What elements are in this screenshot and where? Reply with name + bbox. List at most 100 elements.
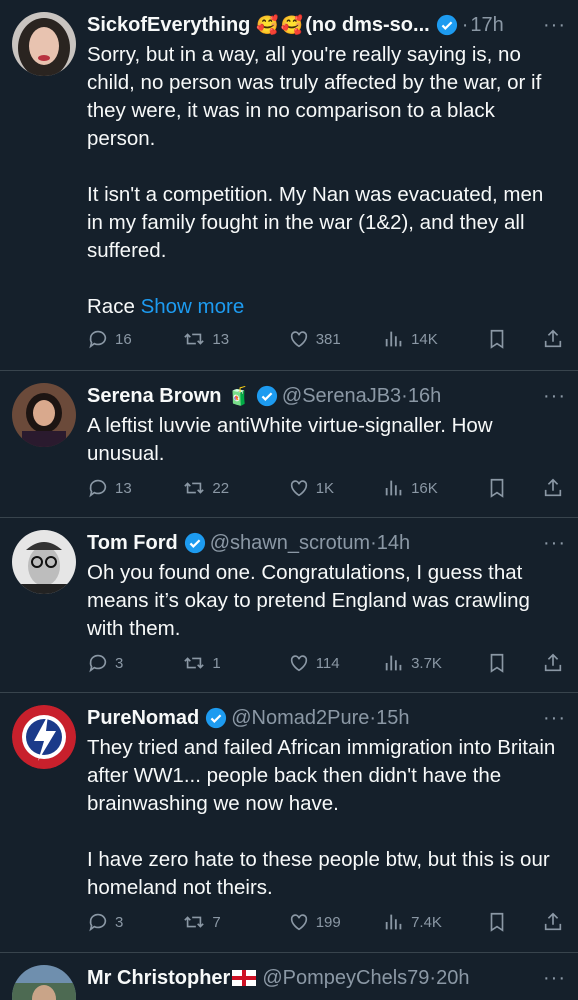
repost-button[interactable]: 22 <box>182 477 287 499</box>
show-more-link[interactable]: Show more <box>141 295 245 318</box>
avatar[interactable] <box>12 530 76 594</box>
handle[interactable]: @Nomad2Pure <box>231 707 369 730</box>
separator: · <box>429 966 437 989</box>
timestamp[interactable]: 16h <box>408 385 441 408</box>
display-name[interactable]: Tom Ford <box>87 532 178 555</box>
emoji: 🧃 <box>227 385 250 406</box>
timestamp[interactable]: 15h <box>376 707 409 730</box>
display-name[interactable]: SickofEverything <box>87 14 250 37</box>
reply-count: 16 <box>115 330 132 348</box>
reply-button[interactable]: 13 <box>87 477 182 499</box>
like-count: 1K <box>315 479 335 497</box>
more-icon[interactable]: ··· <box>543 707 566 730</box>
bookmark-button[interactable] <box>486 911 542 933</box>
bookmark-icon <box>491 478 504 498</box>
reply-count: 13 <box>115 479 132 497</box>
tweet-text-body: Sorry, but in a way, all you're really s… <box>87 43 544 318</box>
reply-icon <box>89 913 107 932</box>
views-button[interactable]: 14K <box>383 328 486 350</box>
repost-button[interactable]: 13 <box>182 328 287 350</box>
like-icon <box>290 480 307 497</box>
like-button[interactable]: 199 <box>288 911 383 933</box>
separator: · <box>401 384 408 407</box>
views-icon <box>385 914 402 930</box>
display-name-suffix[interactable]: (no dms-so... <box>305 14 429 37</box>
display-name[interactable]: PureNomad <box>87 707 199 730</box>
tweet-text: Oh you found one. Congratulations, I gue… <box>87 561 536 640</box>
handle[interactable]: @PompeyChels79 <box>262 967 429 990</box>
like-count: 199 <box>315 913 341 931</box>
tweet-text: A leftist luvvie antiWhite virtue-signal… <box>87 414 499 465</box>
reply-button[interactable]: 3 <box>87 652 182 674</box>
timestamp[interactable]: 14h <box>377 532 410 555</box>
tweet-text: Sorry, but in a way, all you're really s… <box>87 41 564 321</box>
views-count: 14K <box>411 330 438 348</box>
like-button[interactable]: 381 <box>288 328 383 350</box>
bookmark-icon <box>491 912 504 932</box>
like-icon <box>290 655 307 672</box>
verified-icon <box>256 385 277 407</box>
more-icon[interactable]: ··· <box>543 967 566 990</box>
like-icon <box>290 331 307 348</box>
share-icon <box>544 329 562 348</box>
verified-icon <box>184 532 205 554</box>
share-button[interactable] <box>542 911 564 933</box>
repost-button[interactable]: 7 <box>182 911 287 933</box>
avatar[interactable] <box>12 965 76 1000</box>
display-name[interactable]: Serena Brown <box>87 385 221 408</box>
avatar[interactable] <box>12 705 76 769</box>
reply-count: 3 <box>115 654 124 672</box>
repost-icon <box>184 482 205 494</box>
verified-icon <box>436 14 457 36</box>
bookmark-icon <box>491 329 504 349</box>
timestamp[interactable]: 20h <box>436 967 469 990</box>
more-icon[interactable]: ··· <box>543 532 566 555</box>
reply-button[interactable]: 16 <box>87 328 182 350</box>
tweet[interactable]: Mr Christopher @PompeyChels79 · 20h ··· <box>0 953 578 1000</box>
repost-count: 1 <box>212 654 221 672</box>
reply-button[interactable]: 3 <box>87 911 182 933</box>
timestamp[interactable]: 17h <box>470 14 503 37</box>
views-button[interactable]: 16K <box>383 477 486 499</box>
like-button[interactable]: 114 <box>288 652 383 674</box>
views-icon <box>385 480 402 496</box>
more-icon[interactable]: ··· <box>543 385 566 408</box>
separator: · <box>370 531 377 554</box>
share-button[interactable] <box>542 477 564 499</box>
verified-icon <box>206 707 227 729</box>
like-button[interactable]: 1K <box>288 477 383 499</box>
tweet[interactable]: SickofEverything 🥰 🥰 (no dms-so... · 17h… <box>0 0 578 371</box>
avatar[interactable] <box>12 12 76 76</box>
views-count: 16K <box>411 479 438 497</box>
like-count: 381 <box>315 330 341 348</box>
bookmark-button[interactable] <box>486 328 542 350</box>
tweet[interactable]: PureNomad @Nomad2Pure · 15h They tried a… <box>0 693 578 953</box>
share-icon <box>544 653 562 672</box>
display-name[interactable]: Mr Christopher <box>87 967 230 990</box>
repost-icon <box>184 333 205 345</box>
reply-count: 3 <box>115 913 124 931</box>
emoji: 🥰 <box>256 14 279 35</box>
share-icon <box>544 478 562 497</box>
views-button[interactable]: 3.7K <box>383 652 486 674</box>
bookmark-button[interactable] <box>486 477 542 499</box>
tweet[interactable]: Tom Ford @shawn_scrotum · 14h Oh you fou… <box>0 518 578 693</box>
handle[interactable]: @SerenaJB3 <box>282 385 401 408</box>
share-button[interactable] <box>542 328 564 350</box>
share-icon <box>544 912 562 931</box>
bookmark-icon <box>491 653 504 673</box>
views-icon <box>385 331 402 347</box>
views-count: 3.7K <box>411 654 442 672</box>
bookmark-button[interactable] <box>486 652 542 674</box>
england-flag-icon <box>232 970 257 986</box>
share-button[interactable] <box>542 652 564 674</box>
repost-button[interactable]: 1 <box>182 652 287 674</box>
tweet[interactable]: Serena Brown 🧃 @SerenaJB3 · 16h A leftis… <box>0 371 578 518</box>
reply-icon <box>89 479 107 498</box>
more-icon[interactable]: ··· <box>543 14 566 37</box>
like-count: 114 <box>315 654 340 672</box>
views-button[interactable]: 7.4K <box>383 911 486 933</box>
views-icon <box>385 655 402 671</box>
handle[interactable]: @shawn_scrotum <box>210 532 370 555</box>
avatar[interactable] <box>12 383 76 447</box>
